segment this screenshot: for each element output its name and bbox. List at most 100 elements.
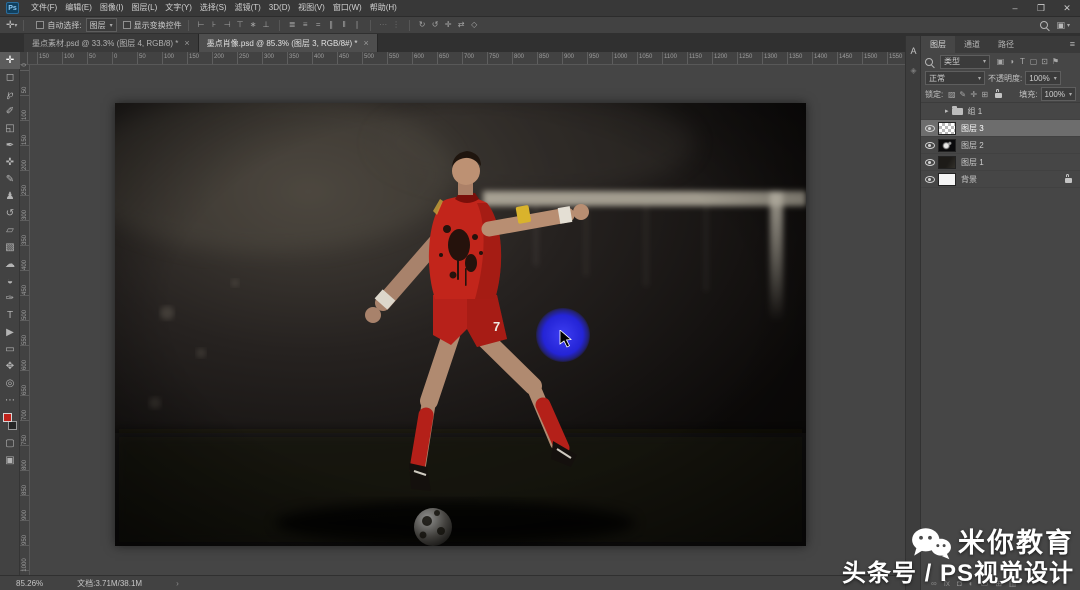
extra-icon-0[interactable]: ⋯ [377,17,390,33]
status-chevron-icon[interactable]: › [176,579,179,588]
background-color-swatch[interactable] [8,421,17,430]
align-icon-1[interactable]: ⊦ [208,17,221,33]
distribute-icon-1[interactable]: ≡ [299,17,312,33]
visibility-cell[interactable] [921,159,938,166]
eraser-tool[interactable]: ▱ [0,222,20,239]
hand-tool[interactable]: ✥ [0,358,20,375]
eye-icon[interactable] [925,176,935,183]
filter-kind-dropdown[interactable]: 类型 ▾ [940,55,990,69]
zoom-tool[interactable]: ◎ [0,375,20,392]
marquee-tool[interactable]: ◻ [0,69,20,86]
dodge-tool[interactable]: ◒ [0,273,20,290]
layer-row-组 1[interactable]: ▸组 1 [921,103,1080,120]
edit-toolbar[interactable]: ⋯ [0,392,20,409]
auto-select-checkbox[interactable] [36,21,44,29]
pen-tool[interactable]: ✑ [0,290,20,307]
workspace-icon[interactable]: ▣ [1056,20,1065,31]
menu-item-3[interactable]: 图层(L) [127,0,161,16]
distribute-icon-5[interactable]: ∣ [351,17,364,33]
shape-tool[interactable]: ▭ [0,341,20,358]
fill-dropdown[interactable]: 100% ▾ [1041,87,1076,101]
align-icon-5[interactable]: ⊥ [260,17,273,33]
layer-row-图层 3[interactable]: 图层 3 [921,120,1080,137]
threed-mode-icon-0[interactable]: ↻ [416,17,429,33]
smudge-tool[interactable]: ☁ [0,256,20,273]
lock-option-icon-0[interactable]: ▨ [946,90,957,99]
close-icon[interactable]: × [184,38,189,48]
filter-type-icon-3[interactable]: ▢ [1028,57,1039,66]
lasso-tool[interactable]: ℘ [0,86,20,103]
gradient-tool[interactable]: ▧ [0,239,20,256]
threed-mode-icon-4[interactable]: ◇ [468,17,481,33]
show-transform-checkbox[interactable] [123,21,131,29]
zoom-level-field[interactable]: 85.26% [16,579,43,588]
menu-item-1[interactable]: 编辑(E) [61,0,96,16]
blend-mode-dropdown[interactable]: 正常 ▾ [925,71,985,85]
threed-mode-icon-3[interactable]: ⇄ [455,17,468,33]
layer-row-背景[interactable]: 背景 [921,171,1080,188]
close-button[interactable]: ✕ [1054,0,1080,16]
distribute-icon-0[interactable]: ≣ [286,17,299,33]
lock-icon[interactable] [995,93,1002,98]
threed-mode-icon-1[interactable]: ↺ [429,17,442,33]
path-select-tool[interactable]: ▶ [0,324,20,341]
restore-button[interactable]: ❐ [1028,0,1054,16]
menu-item-9[interactable]: 窗口(W) [329,0,366,16]
menu-item-8[interactable]: 视图(V) [294,0,329,16]
extra-icon-1[interactable]: ⋮ [390,17,403,33]
filter-type-icon-5[interactable]: ⚑ [1050,57,1061,66]
color-swatches[interactable] [0,411,20,435]
filter-type-icon-2[interactable]: T [1017,57,1028,66]
menu-item-5[interactable]: 选择(S) [196,0,231,16]
panel-menu-icon[interactable]: ≡ [1070,36,1080,53]
tool-preset-caret-icon[interactable]: ▾ [14,22,17,29]
crop-tool[interactable]: ◱ [0,120,20,137]
quick-selection-tool[interactable]: ✐ [0,103,20,120]
menu-item-7[interactable]: 3D(D) [265,0,294,16]
tab-layers[interactable]: 图层 [921,36,955,53]
filter-type-icon-4[interactable]: ⊡ [1039,57,1050,66]
menu-item-2[interactable]: 图像(I) [96,0,128,16]
align-icon-3[interactable]: ⊤ [234,17,247,33]
auto-select-dropdown[interactable]: 图层 ▾ [86,18,117,32]
eye-icon[interactable] [925,142,935,149]
menu-item-4[interactable]: 文字(Y) [161,0,196,16]
visibility-cell[interactable] [921,176,938,183]
layer-row-图层 1[interactable]: 图层 1 [921,154,1080,171]
menu-item-0[interactable]: 文件(F) [27,0,61,16]
layer-row-图层 2[interactable]: 图层 2 [921,137,1080,154]
distribute-icon-4[interactable]: ‖ [338,17,351,33]
character-panel-icon[interactable]: A [906,46,921,56]
align-icon-2[interactable]: ⊣ [221,17,234,33]
threed-mode-icon-2[interactable]: ✛ [442,17,455,33]
healing-brush-tool[interactable]: ✜ [0,154,20,171]
align-icon-4[interactable]: ∗ [247,17,260,33]
tab-channels[interactable]: 通道 [955,36,989,53]
close-icon[interactable]: × [364,38,369,48]
eye-icon[interactable] [925,159,935,166]
foreground-color-swatch[interactable] [3,413,12,422]
lock-option-icon-1[interactable]: ✎ [957,90,968,99]
clone-stamp-tool[interactable]: ♟ [0,188,20,205]
type-tool[interactable]: T [0,307,20,324]
visibility-cell[interactable] [921,125,938,132]
eyedropper-tool[interactable]: ✒ [0,137,20,154]
opacity-dropdown[interactable]: 100% ▾ [1025,71,1060,85]
align-icon-0[interactable]: ⊢ [195,17,208,33]
menu-item-10[interactable]: 帮助(H) [366,0,401,16]
filter-type-icon-0[interactable]: ▣ [995,57,1006,66]
document-tab-inactive[interactable]: 墨点素材.psd @ 33.3% (图层 4, RGB/8) * × [24,34,199,52]
history-brush-tool[interactable]: ↺ [0,205,20,222]
eye-icon[interactable] [925,125,935,132]
move-tool[interactable]: ✛ [0,52,20,69]
canvas-pasteboard[interactable]: 7 [30,65,905,575]
move-tool-icon[interactable]: ✛ [6,20,14,31]
lock-option-icon-3[interactable]: ⊞ [979,90,990,99]
tab-paths[interactable]: 路径 [989,36,1023,53]
collapsed-panel-icon[interactable]: ◈ [906,66,921,75]
collapse-arrow-icon[interactable]: ▸ [945,107,949,115]
canvas-document[interactable]: 7 [115,103,806,546]
lock-option-icon-2[interactable]: ✛ [968,90,979,99]
distribute-icon-2[interactable]: = [312,17,325,33]
quick-mask-button[interactable]: ▢ [0,435,20,452]
